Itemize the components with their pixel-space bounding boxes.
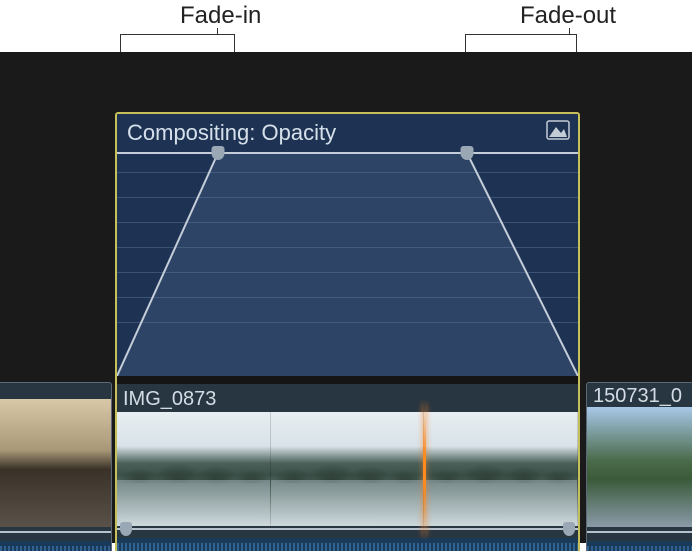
fade-in-handle[interactable] (120, 522, 132, 536)
clip-name: 150731_0 (593, 385, 682, 408)
clip-name: IMG_0873 (123, 388, 216, 411)
thumbnail-row (117, 412, 578, 526)
overlay-icon[interactable] (546, 120, 570, 145)
selected-clip[interactable]: Compositing: Opacity IMG_0873 (115, 112, 580, 551)
panel-divider (117, 376, 578, 384)
compositing-panel: Compositing: Opacity (117, 114, 578, 376)
clip-thumbnail (587, 407, 692, 527)
video-strip[interactable]: IMG_0873 (117, 384, 578, 551)
audio-waveform (117, 538, 578, 551)
compositing-title: Compositing: Opacity (127, 120, 336, 146)
opacity-line[interactable] (587, 531, 692, 533)
opacity-line[interactable] (0, 531, 111, 533)
timeline[interactable]: Compositing: Opacity IMG_0873 (0, 52, 692, 543)
fade-out-keyframe[interactable] (461, 146, 474, 160)
adjacent-clip-left[interactable] (0, 382, 112, 551)
fade-out-label: Fade-out (520, 2, 616, 30)
audio-waveform (0, 541, 111, 551)
fade-in-label: Fade-in (180, 2, 261, 30)
audio-waveform (587, 541, 692, 551)
opacity-curve[interactable] (117, 114, 578, 376)
fade-in-keyframe[interactable] (212, 146, 225, 160)
opacity-line[interactable] (117, 528, 578, 530)
fade-out-handle[interactable] (563, 522, 575, 536)
adjacent-clip-right[interactable]: 150731_0 (586, 382, 692, 551)
clip-thumbnail (0, 399, 111, 527)
